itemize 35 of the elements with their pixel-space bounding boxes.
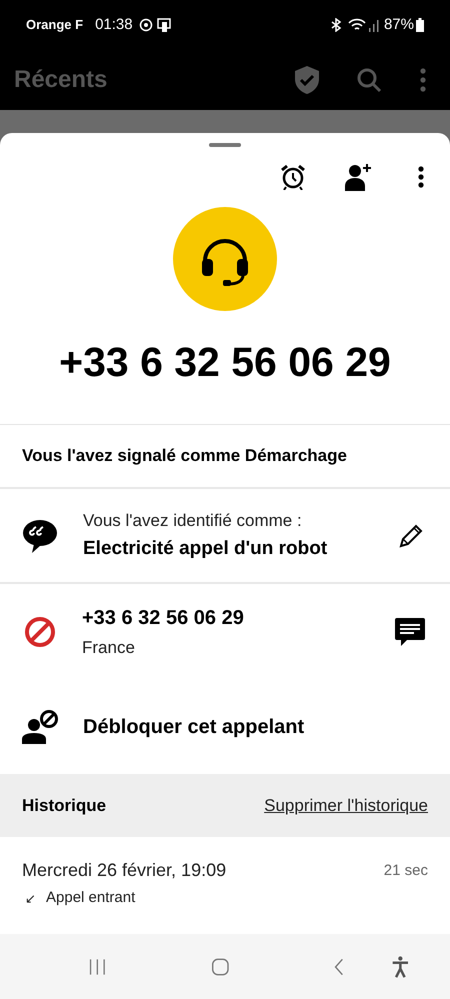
signal-icon xyxy=(368,18,380,32)
speech-bubble-quote-icon xyxy=(22,518,58,552)
shield-check-icon[interactable] xyxy=(294,65,320,95)
sync-icon xyxy=(138,18,153,32)
prohibited-icon xyxy=(24,616,56,648)
add-contact-icon[interactable] xyxy=(344,163,372,191)
identification-label: Vous l'avez identifié comme : xyxy=(83,510,303,532)
country: France xyxy=(82,636,136,659)
unblock-caller-button[interactable]: Débloquer cet appelant xyxy=(0,679,450,774)
clock: 01:38 xyxy=(95,14,133,35)
incoming-arrow: ↙ xyxy=(25,890,36,908)
search-icon[interactable] xyxy=(356,67,382,93)
screen-title: Récents xyxy=(14,65,108,95)
call-type: Appel entrant xyxy=(46,888,136,908)
bluetooth-icon xyxy=(330,18,342,32)
wifi-icon xyxy=(348,18,366,32)
accessibility-icon[interactable] xyxy=(391,954,410,980)
home-icon[interactable] xyxy=(210,956,230,978)
pencil-icon[interactable] xyxy=(398,522,424,548)
blocked-number: +33 6 32 56 06 29 xyxy=(82,606,245,631)
identification-value: Electricité appel d'un robot xyxy=(83,537,328,561)
caller-number: +33 6 32 56 06 29 xyxy=(59,338,391,388)
carrier-name: Orange F xyxy=(26,16,84,34)
clear-history-link[interactable]: Supprimer l'historique xyxy=(264,792,428,818)
battery-icon xyxy=(416,18,424,32)
alarm-clock-icon[interactable] xyxy=(280,164,306,190)
battery-percent: 87% xyxy=(384,14,414,35)
call-duration: 21 sec xyxy=(384,861,428,881)
phone-screen-icon xyxy=(156,18,171,32)
more-options-icon[interactable] xyxy=(418,166,424,188)
message-icon[interactable] xyxy=(394,616,426,646)
section-header: Historique xyxy=(22,794,106,817)
drag-handle[interactable] xyxy=(209,143,241,147)
call-date: Mercredi 26 février, 19:09 xyxy=(22,859,226,882)
report-status: Vous l'avez signalé comme Démarchage xyxy=(22,445,347,468)
